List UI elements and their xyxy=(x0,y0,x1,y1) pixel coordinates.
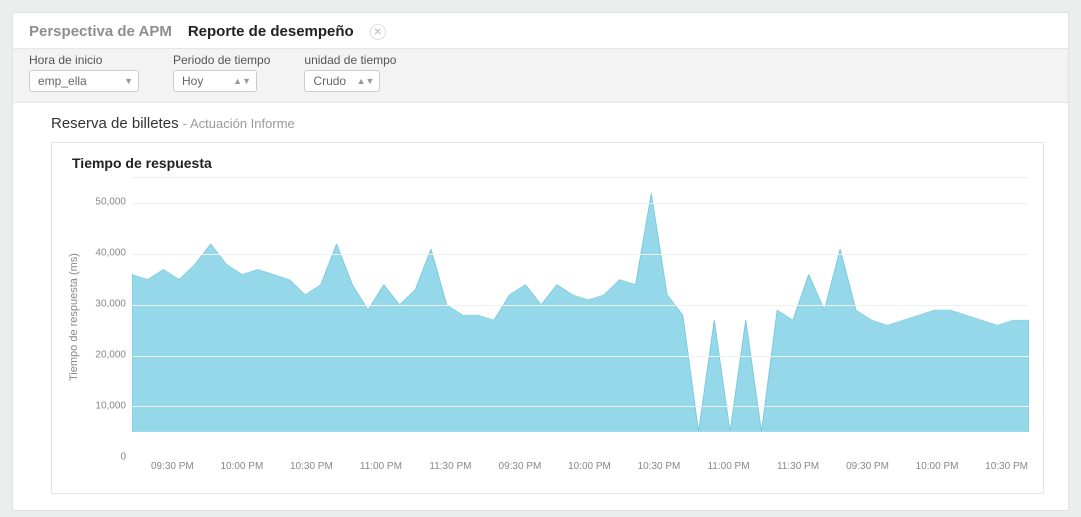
updown-icon: ▲▼ xyxy=(233,71,251,91)
grid-line xyxy=(132,356,1029,357)
breadcrumb-current: Reporte de desempeño xyxy=(188,23,354,40)
x-axis: 09:30 PM 10:00 PM 10:30 PM 11:00 PM 11:30 PM… xyxy=(132,461,1029,477)
chevron-down-icon: ▼ xyxy=(124,71,133,91)
close-icon[interactable]: × xyxy=(370,24,386,40)
filter-start-label: Hora de inicio xyxy=(29,53,139,67)
x-tick: 11:30 PM xyxy=(777,461,819,472)
x-tick: 10:00 PM xyxy=(568,461,611,472)
x-tick: 10:00 PM xyxy=(916,461,959,472)
x-tick: 11:00 PM xyxy=(360,461,402,472)
report-panel: Perspectiva de APM Reporte de desempeño … xyxy=(12,12,1069,511)
filter-unit-label: unidad de tiempo xyxy=(304,53,396,67)
chart-area: Tiempo de respuesta (ms) 010,00020,00030… xyxy=(66,177,1029,457)
breadcrumb-parent[interactable]: Perspectiva de APM xyxy=(29,23,172,40)
y-axis-label: Tiempo de respuesta (ms) xyxy=(66,177,82,457)
time-unit-value: Crudo xyxy=(313,71,346,91)
period-value: Hoy xyxy=(182,71,203,91)
filter-start-time: Hora de inicio emp_ella ▼ xyxy=(29,53,139,92)
y-tick: 30,000 xyxy=(95,299,126,310)
y-tick: 40,000 xyxy=(95,248,126,259)
period-select[interactable]: Hoy ▲▼ xyxy=(173,70,257,92)
filter-period: Periodo de tiempo Hoy ▲▼ xyxy=(173,53,270,92)
report-subtitle: - Actuación Informe xyxy=(183,116,295,131)
y-tick: 50,000 xyxy=(95,197,126,208)
grid-line xyxy=(132,254,1029,255)
report-header: Reserva de billetes - Actuación Informe xyxy=(13,103,1068,138)
y-tick: 10,000 xyxy=(95,401,126,412)
filter-time-unit: unidad de tiempo Crudo ▲▼ xyxy=(304,53,396,92)
grid-line xyxy=(132,203,1029,204)
grid-line xyxy=(132,406,1029,407)
x-tick: 10:30 PM xyxy=(290,461,333,472)
breadcrumb: Perspectiva de APM Reporte de desempeño … xyxy=(13,13,1068,48)
start-time-select[interactable]: emp_ella ▼ xyxy=(29,70,139,92)
y-axis: 010,00020,00030,00040,00050,000 xyxy=(82,177,132,457)
x-tick: 11:30 PM xyxy=(429,461,471,472)
y-tick: 0 xyxy=(120,452,126,463)
grid-line xyxy=(132,305,1029,306)
x-tick: 09:30 PM xyxy=(499,461,542,472)
x-tick: 10:30 PM xyxy=(638,461,681,472)
plot-area xyxy=(132,177,1029,457)
x-tick: 09:30 PM xyxy=(151,461,194,472)
x-tick: 09:30 PM xyxy=(846,461,889,472)
chart-card: Tiempo de respuesta Tiempo de respuesta … xyxy=(51,142,1044,494)
filter-period-label: Periodo de tiempo xyxy=(173,53,270,67)
area-chart-svg xyxy=(132,178,1029,457)
report-name: Reserva de billetes xyxy=(51,115,179,132)
area-series xyxy=(132,193,1029,431)
chart-title: Tiempo de respuesta xyxy=(72,155,1029,171)
y-tick: 20,000 xyxy=(95,350,126,361)
filter-bar: Hora de inicio emp_ella ▼ Periodo de tie… xyxy=(13,48,1068,103)
updown-icon: ▲▼ xyxy=(357,71,375,91)
x-tick: 11:00 PM xyxy=(707,461,749,472)
x-tick: 10:00 PM xyxy=(220,461,263,472)
x-tick: 10:30 PM xyxy=(985,461,1028,472)
start-time-value: emp_ella xyxy=(38,71,87,91)
time-unit-select[interactable]: Crudo ▲▼ xyxy=(304,70,380,92)
